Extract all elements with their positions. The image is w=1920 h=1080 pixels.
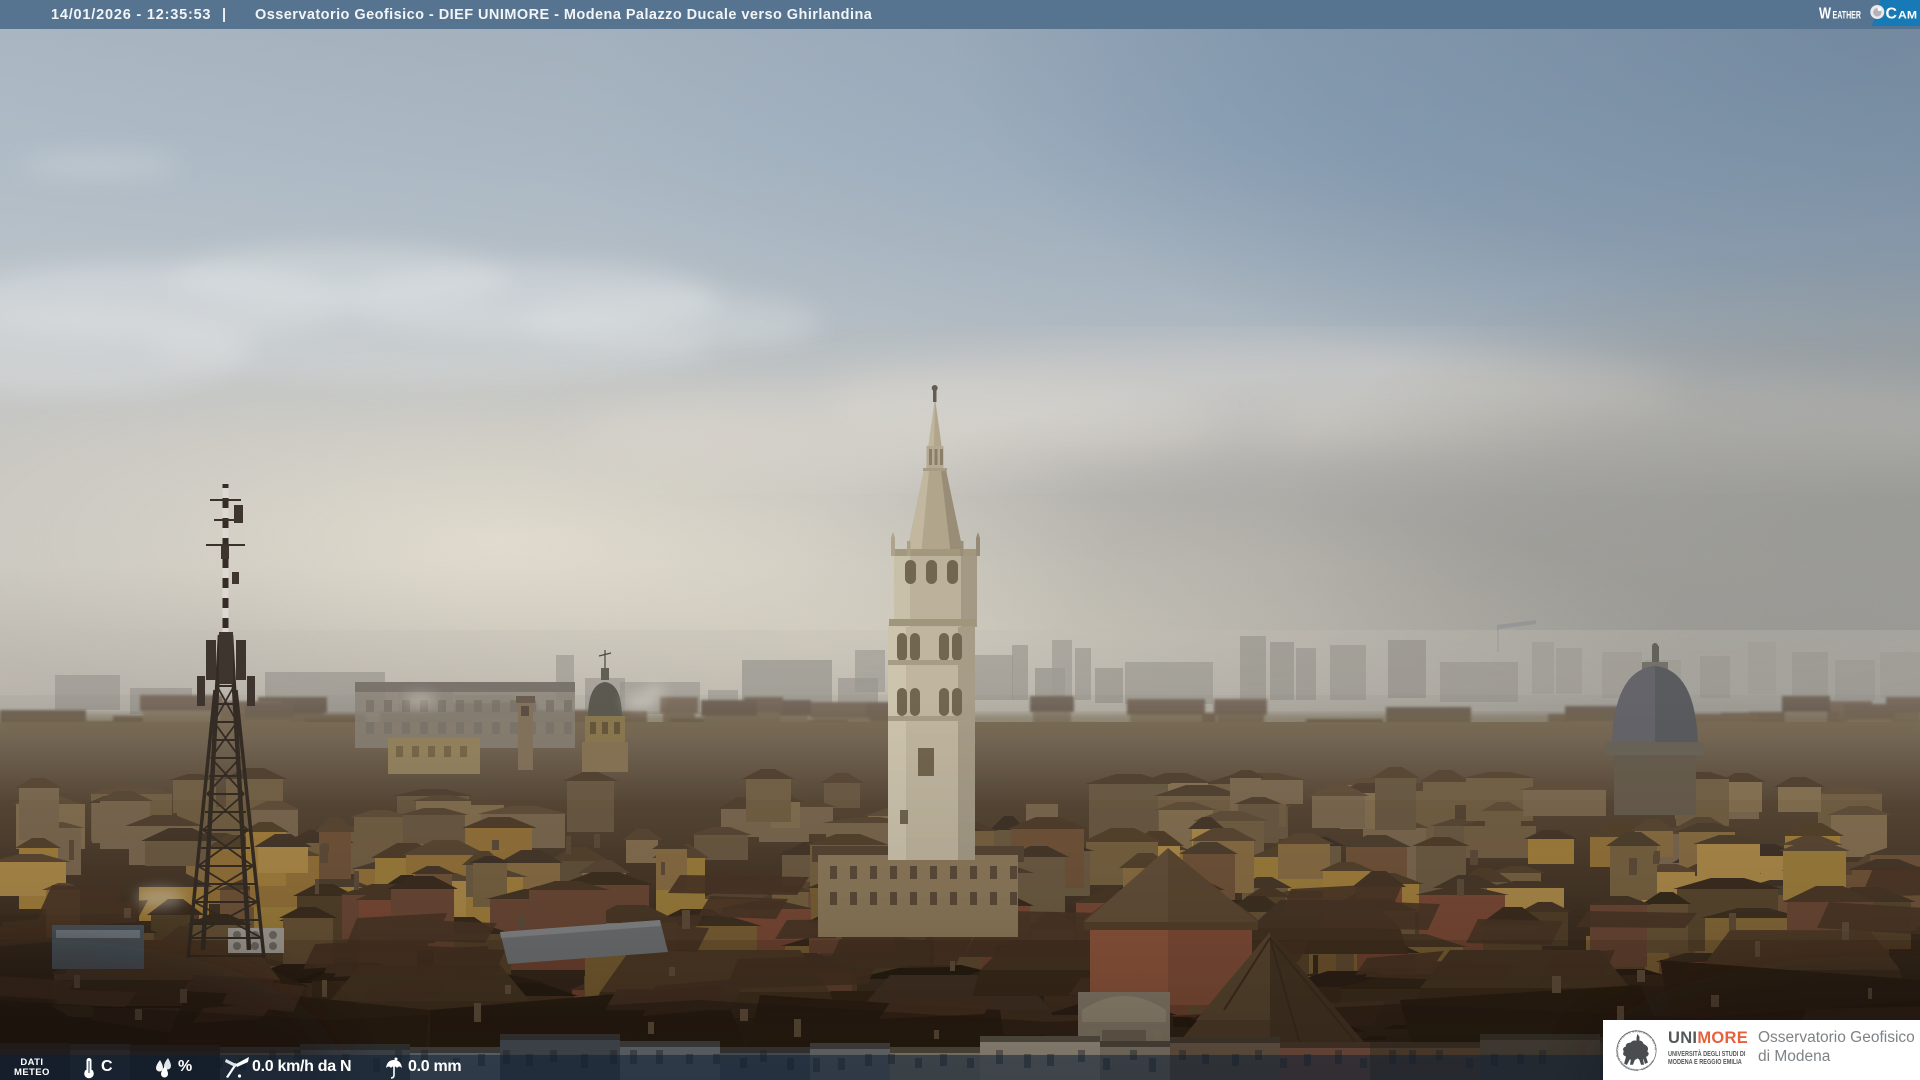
svg-text:EATHER: EATHER [1833, 10, 1862, 22]
svg-text:C: C [1886, 6, 1898, 23]
svg-text:W: W [1819, 6, 1832, 23]
svg-text:AM: AM [1898, 10, 1917, 22]
